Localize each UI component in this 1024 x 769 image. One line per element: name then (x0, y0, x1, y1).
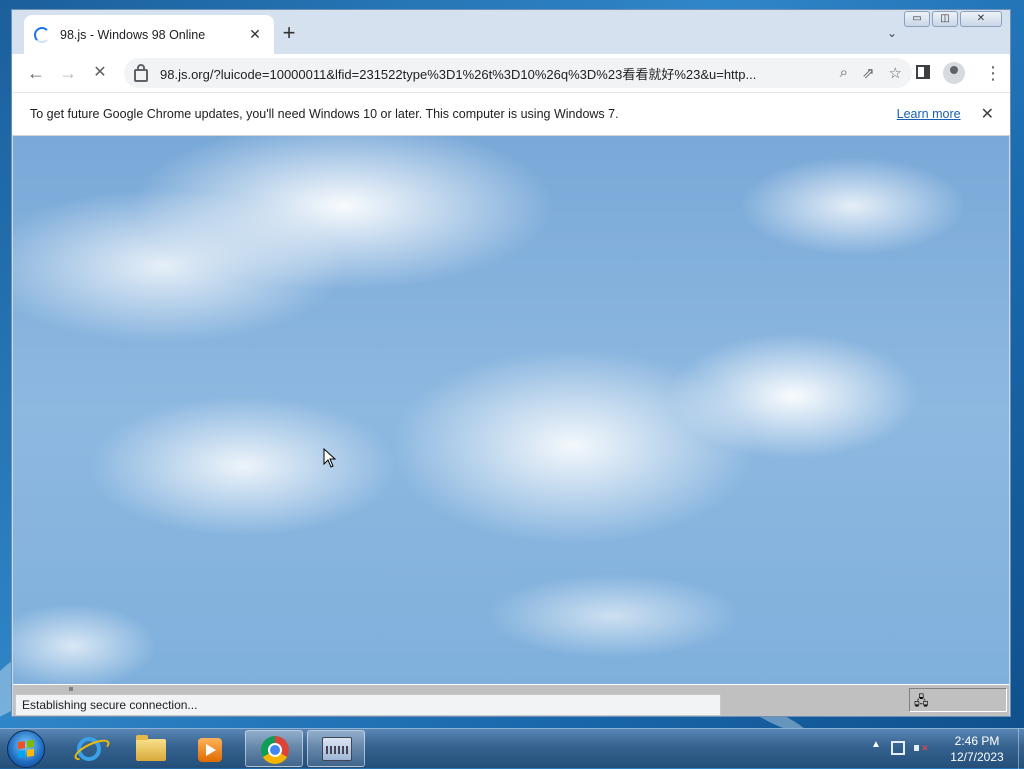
network-icon[interactable]: 🖧 (914, 692, 929, 714)
show-hidden-icons-button[interactable]: ▲ (871, 739, 881, 750)
window-caption-buttons: ▭ ◫ ✕ (904, 11, 1002, 27)
url-text[interactable]: 98.js.org/?luicode=10000011&lfid=231522t… (160, 64, 840, 83)
taskbar-internet-explorer[interactable] (60, 730, 118, 767)
taskbar-clock[interactable]: 2:46 PM 12/7/2023 (936, 733, 1018, 765)
browser-toolbar: ← → ✕ 98.js.org/?luicode=10000011&lfid=2… (12, 54, 1010, 92)
address-bar[interactable]: 98.js.org/?luicode=10000011&lfid=231522t… (124, 58, 912, 88)
back-button[interactable]: ← (26, 63, 46, 83)
taskbar-media-player[interactable] (182, 730, 240, 767)
learn-more-link[interactable]: Learn more (897, 107, 961, 121)
bookmark-star-icon[interactable]: ☆ (889, 64, 902, 82)
zoom-icon[interactable]: ⌕ (840, 64, 848, 82)
side-panel-icon[interactable] (916, 65, 930, 79)
status-bubble: Establishing secure connection... (15, 694, 721, 716)
media-player-icon (198, 738, 222, 762)
mouse-cursor-icon (323, 448, 337, 468)
keyboard-icon (322, 737, 352, 761)
chrome-icon (261, 736, 289, 764)
win98-taskbar-strip: Establishing secure connection... 🖧 (13, 684, 1009, 716)
system-tray: ▲ (866, 729, 938, 769)
tab-98js[interactable]: 98.js - Windows 98 Online ✕ (24, 15, 274, 54)
divider (69, 687, 73, 691)
loading-spinner-icon (34, 26, 50, 43)
taskbar-on-screen-keyboard[interactable] (307, 730, 365, 767)
volume-muted-icon[interactable] (914, 741, 929, 755)
update-infobar: To get future Google Chrome updates, you… (12, 92, 1010, 136)
minimize-button[interactable]: ▭ (904, 11, 930, 27)
start-button[interactable] (7, 730, 45, 768)
clock-time: 2:46 PM (954, 734, 1000, 748)
page-viewport-clouds[interactable] (13, 136, 1009, 684)
stop-loading-button[interactable]: ✕ (90, 63, 110, 83)
tab-close-icon[interactable]: ✕ (246, 26, 264, 43)
new-tab-button[interactable]: + (279, 22, 299, 44)
infobar-message: To get future Google Chrome updates, you… (30, 107, 619, 121)
taskbar-windows-explorer[interactable] (121, 730, 179, 767)
clock-date: 12/7/2023 (950, 750, 1004, 764)
win98-system-tray: 🖧 (909, 688, 1007, 712)
forward-button[interactable]: → (58, 63, 78, 83)
tab-title: 98.js - Windows 98 Online (60, 27, 206, 42)
restore-button[interactable]: ◫ (932, 11, 958, 27)
lock-icon[interactable] (134, 63, 148, 82)
windows-logo-icon (18, 739, 34, 759)
tab-strip: 98.js - Windows 98 Online ✕ + ⌄ ▭ ◫ ✕ (12, 10, 1010, 54)
chrome-window: 98.js - Windows 98 Online ✕ + ⌄ ▭ ◫ ✕ ← … (11, 9, 1011, 717)
share-icon[interactable]: ⇗ (862, 64, 875, 82)
infobar-close-icon[interactable]: ✕ (981, 104, 994, 124)
tab-search-chevron-icon[interactable]: ⌄ (887, 26, 897, 40)
folder-icon (136, 735, 166, 761)
network-status-icon[interactable] (891, 741, 905, 755)
chrome-menu-icon[interactable]: ⋮ (984, 63, 1002, 84)
windows-taskbar: ▲ 2:46 PM 12/7/2023 (0, 728, 1024, 769)
profile-avatar[interactable] (943, 62, 965, 84)
show-desktop-button[interactable] (1018, 729, 1024, 769)
internet-explorer-icon (77, 737, 101, 761)
taskbar-google-chrome[interactable] (245, 730, 303, 767)
window-close-button[interactable]: ✕ (960, 11, 1002, 27)
